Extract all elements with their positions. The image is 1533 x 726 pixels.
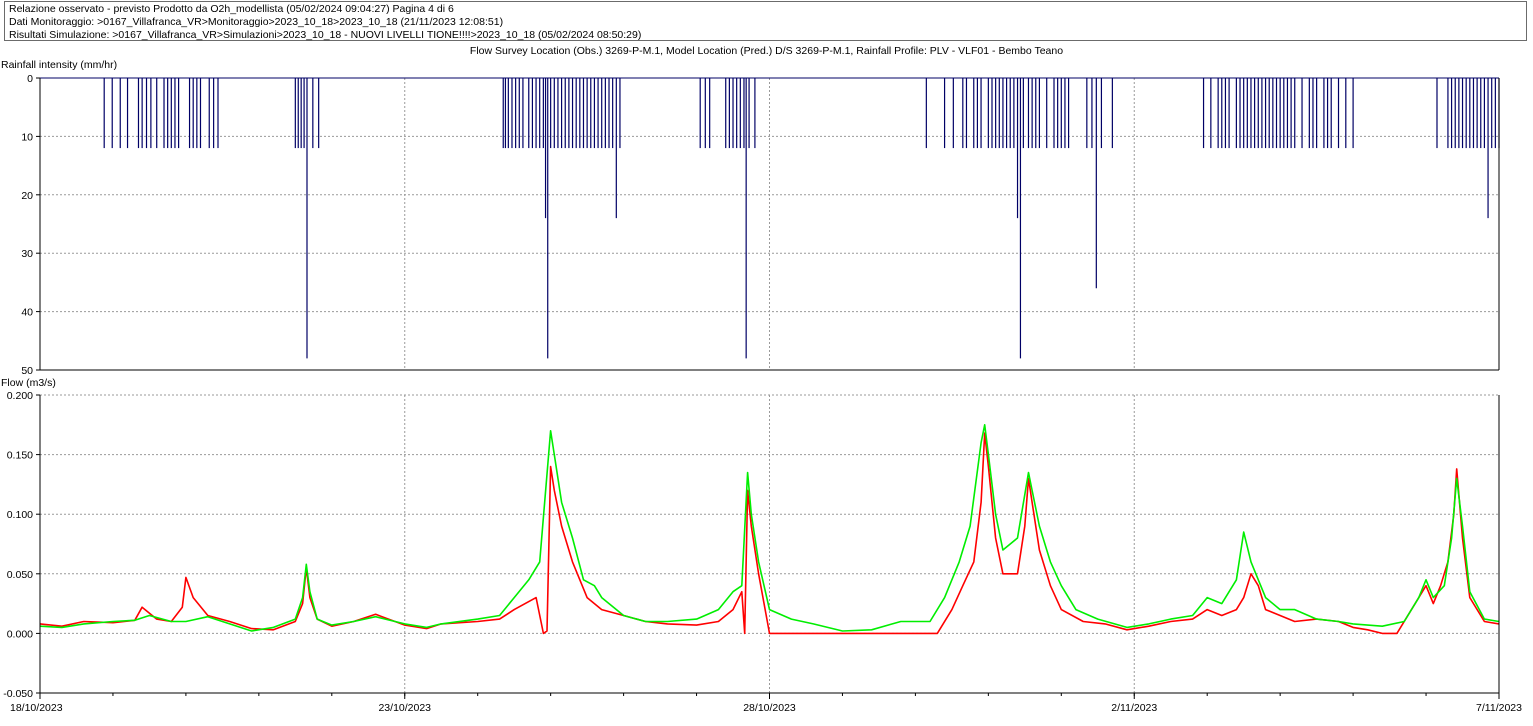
flow-panel: -0.050 0.000 0.050 0.100 0.150 0.200 18/10/202… bbox=[3, 390, 1522, 714]
rainfall-y-tick-label: 0 bbox=[27, 73, 33, 85]
flow-x-tick-label: 7/11/2023 bbox=[1476, 702, 1522, 714]
flow-x-tick-label: 18/10/2023 bbox=[10, 702, 63, 714]
chart-canvas: 0 10 20 30 40 50 -0.050 0.000 0.050 0.100 0.150 0.… bbox=[3, 73, 1522, 714]
rainfall-y-tick-label: 20 bbox=[21, 190, 33, 202]
rainfall-y-tick-label: 30 bbox=[21, 248, 33, 260]
observed-flow-line bbox=[40, 432, 1499, 635]
flow-y-tick-label: 0.150 bbox=[7, 450, 33, 462]
flow-x-tick-label: 23/10/2023 bbox=[378, 702, 431, 714]
flow-x-tick-label: 28/10/2023 bbox=[743, 702, 796, 714]
flow-y-tick-label: 0.000 bbox=[7, 628, 33, 640]
rainfall-panel: 0 10 20 30 40 50 bbox=[21, 73, 1500, 377]
flow-y-tick-label: -0.050 bbox=[3, 688, 33, 700]
predicted-flow-line bbox=[40, 423, 1499, 632]
flow-y-tick-label: 0.050 bbox=[7, 569, 33, 581]
flow-x-tick-label: 2/11/2023 bbox=[1111, 702, 1157, 714]
rainfall-y-tick-label: 10 bbox=[21, 131, 33, 143]
rainfall-y-tick-label: 40 bbox=[21, 307, 33, 319]
flow-y-tick-label: 0.100 bbox=[7, 509, 33, 521]
rainfall-y-tick-label: 50 bbox=[21, 365, 33, 377]
flow-y-tick-label: 0.200 bbox=[7, 390, 33, 402]
